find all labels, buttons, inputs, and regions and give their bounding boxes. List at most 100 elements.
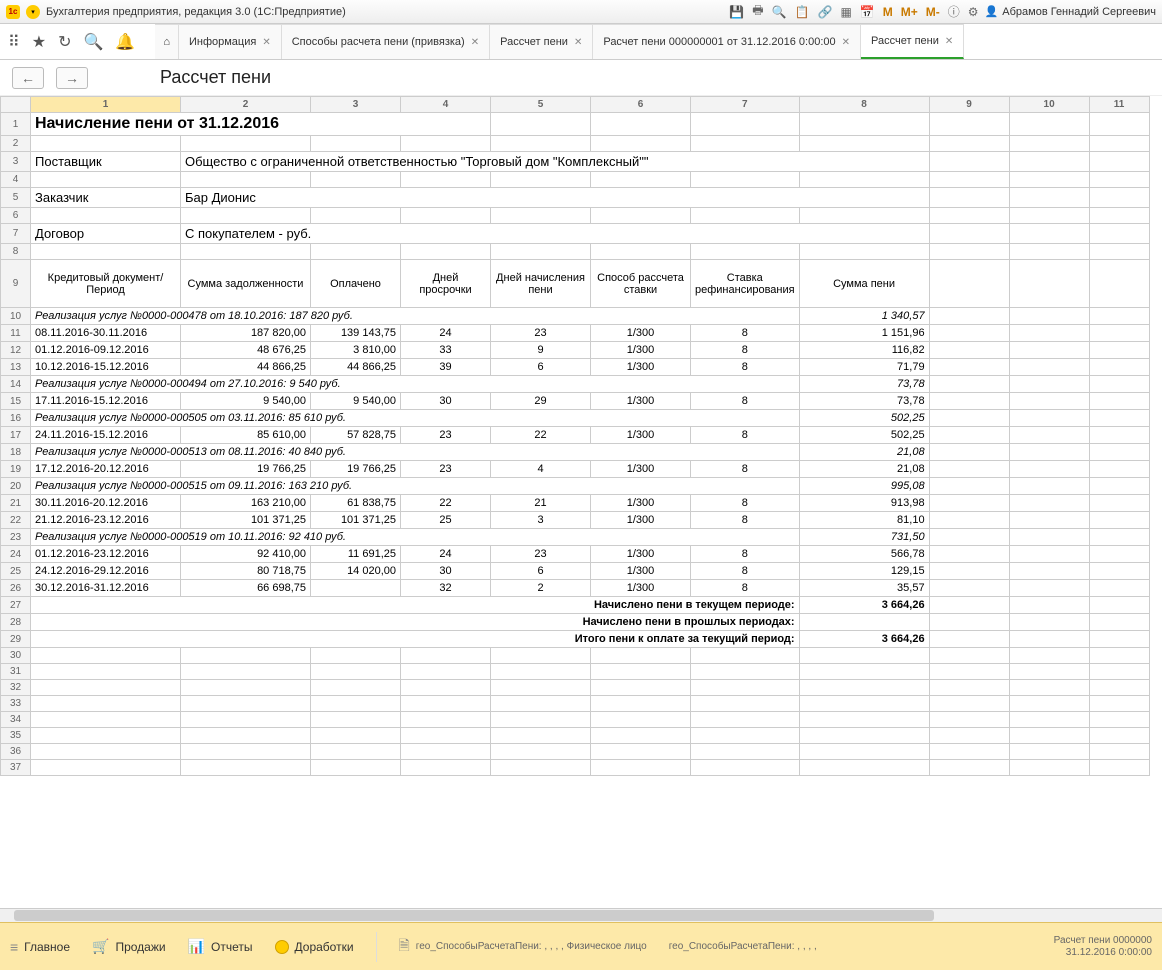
cell[interactable]	[591, 744, 691, 760]
cell[interactable]	[181, 696, 311, 712]
close-icon[interactable]: ✕	[574, 37, 582, 48]
row-header[interactable]: 6	[1, 208, 31, 224]
row-header[interactable]: 24	[1, 546, 31, 563]
row-header[interactable]: 20	[1, 478, 31, 495]
scrollbar-thumb[interactable]	[14, 910, 934, 921]
favorite-icon[interactable]: ★	[32, 32, 46, 52]
group-sum[interactable]: 731,50	[799, 529, 929, 546]
cell[interactable]	[401, 244, 491, 260]
cell[interactable]	[1089, 427, 1149, 444]
row-header[interactable]: 29	[1, 631, 31, 648]
cell-pdays[interactable]: 2	[491, 580, 591, 597]
cell-sum[interactable]: 566,78	[799, 546, 929, 563]
cell-rate[interactable]: 8	[691, 325, 800, 342]
customer-label[interactable]: Заказчик	[31, 188, 181, 208]
cell[interactable]	[31, 712, 181, 728]
row-header[interactable]: 9	[1, 260, 31, 308]
cell-days[interactable]: 25	[401, 512, 491, 529]
cell[interactable]	[311, 696, 401, 712]
table-header[interactable]: Способ рассчета ставки	[591, 260, 691, 308]
row-header[interactable]: 36	[1, 744, 31, 760]
cell[interactable]	[311, 648, 401, 664]
cell[interactable]	[31, 728, 181, 744]
cell-period[interactable]: 17.12.2016-20.12.2016	[31, 461, 181, 478]
cell-pdays[interactable]: 23	[491, 325, 591, 342]
back-button[interactable]: ←	[12, 67, 44, 89]
cell-sum[interactable]: 1 151,96	[799, 325, 929, 342]
row-header[interactable]: 12	[1, 342, 31, 359]
cell[interactable]	[1089, 342, 1149, 359]
cell-debt[interactable]: 9 540,00	[181, 393, 311, 410]
tab-info[interactable]: Информация✕	[179, 24, 282, 59]
tab-calc-active[interactable]: Рассчет пени✕	[861, 24, 964, 59]
cell[interactable]	[1089, 113, 1149, 136]
row-header[interactable]: 28	[1, 614, 31, 631]
cell[interactable]	[1089, 597, 1149, 614]
cell[interactable]	[1009, 495, 1089, 512]
cell-paid[interactable]: 44 866,25	[311, 359, 401, 376]
breadcrumb-1[interactable]: 🗎гео_СпособыРасчетаПени: , , , , Физичес…	[399, 935, 647, 959]
cell[interactable]	[1089, 580, 1149, 597]
grid-icon[interactable]: ▦	[840, 5, 851, 19]
memory-mminus-button[interactable]: M-	[926, 5, 940, 19]
tab-home[interactable]: ⌂	[155, 24, 179, 59]
row-header[interactable]: 11	[1, 325, 31, 342]
cell[interactable]	[491, 760, 591, 776]
group-sum[interactable]: 995,08	[799, 478, 929, 495]
cell-days[interactable]: 22	[401, 495, 491, 512]
cell-method[interactable]: 1/300	[591, 427, 691, 444]
cell[interactable]	[31, 664, 181, 680]
cell-debt[interactable]: 163 210,00	[181, 495, 311, 512]
cell-period[interactable]: 17.11.2016-15.12.2016	[31, 393, 181, 410]
cell[interactable]	[491, 712, 591, 728]
cell[interactable]	[1089, 546, 1149, 563]
cell[interactable]	[1089, 529, 1149, 546]
cell-method[interactable]: 1/300	[591, 563, 691, 580]
cell-days[interactable]: 30	[401, 393, 491, 410]
cell[interactable]	[1009, 631, 1089, 648]
cell-days[interactable]: 30	[401, 563, 491, 580]
nav-main[interactable]: ≡Главное	[10, 939, 70, 955]
group-row[interactable]: Реализация услуг №0000-000519 от 10.11.2…	[31, 529, 800, 546]
row-header[interactable]: 26	[1, 580, 31, 597]
cell[interactable]	[591, 680, 691, 696]
nav-custom[interactable]: Доработки	[275, 940, 354, 954]
group-sum[interactable]: 73,78	[799, 376, 929, 393]
row-header[interactable]: 35	[1, 728, 31, 744]
memory-m-button[interactable]: M	[883, 5, 893, 19]
cell[interactable]	[1009, 188, 1089, 208]
cell[interactable]	[491, 696, 591, 712]
cell[interactable]	[31, 680, 181, 696]
spreadsheet[interactable]: 12345678910111Начисление пени от 31.12.2…	[0, 96, 1150, 776]
cell-rate[interactable]: 8	[691, 461, 800, 478]
cell-sum[interactable]: 21,08	[799, 461, 929, 478]
cell-debt[interactable]: 80 718,75	[181, 563, 311, 580]
cell[interactable]	[799, 136, 929, 152]
breadcrumb-3[interactable]: Расчет пени 000000031.12.2016 0:00:00	[1054, 935, 1152, 959]
history-icon[interactable]: ↻	[58, 32, 71, 52]
cell[interactable]	[799, 208, 929, 224]
cell[interactable]	[1009, 680, 1089, 696]
cell[interactable]	[1009, 461, 1089, 478]
cell-sum[interactable]: 913,98	[799, 495, 929, 512]
nav-reports[interactable]: 📊Отчеты	[188, 938, 253, 955]
cell[interactable]	[799, 712, 929, 728]
cell-rate[interactable]: 8	[691, 563, 800, 580]
cell[interactable]	[591, 244, 691, 260]
cell[interactable]	[591, 208, 691, 224]
cell[interactable]	[491, 648, 591, 664]
cell[interactable]	[1089, 376, 1149, 393]
cell-method[interactable]: 1/300	[591, 342, 691, 359]
cell[interactable]	[181, 680, 311, 696]
cell[interactable]	[1089, 393, 1149, 410]
cell-sum[interactable]: 81,10	[799, 512, 929, 529]
cell-debt[interactable]: 48 676,25	[181, 342, 311, 359]
row-header[interactable]: 16	[1, 410, 31, 427]
cell[interactable]	[1009, 152, 1089, 172]
row-header[interactable]: 10	[1, 308, 31, 325]
cell[interactable]	[1009, 113, 1089, 136]
cell-pdays[interactable]: 3	[491, 512, 591, 529]
cell[interactable]	[1089, 308, 1149, 325]
cell[interactable]	[1009, 308, 1089, 325]
row-header[interactable]: 19	[1, 461, 31, 478]
